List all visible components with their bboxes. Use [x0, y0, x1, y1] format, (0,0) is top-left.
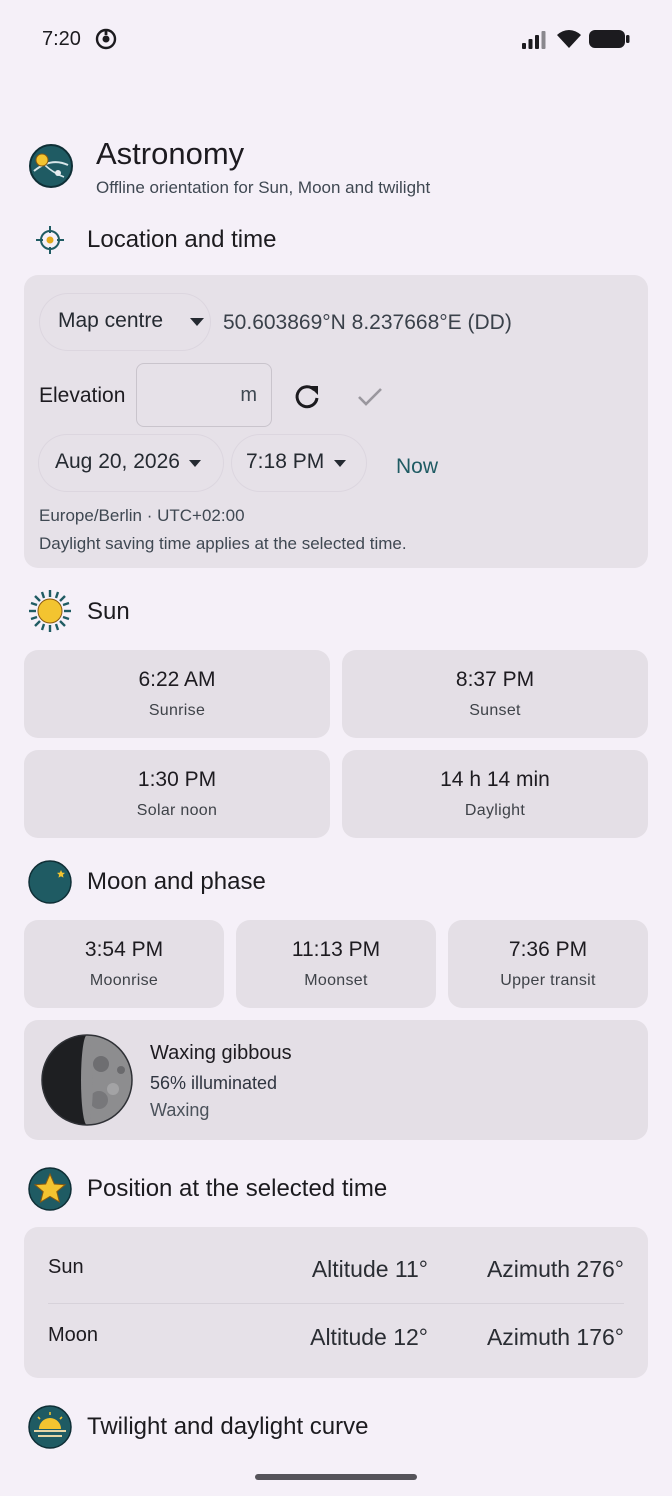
location-source-dropdown[interactable]: Map centre [40, 294, 210, 350]
chevron-down-icon [334, 460, 346, 467]
position-row-sun: Sun Altitude 11° Azimuth 276° [24, 1236, 648, 1302]
moonset-tile: 11:13 PM Moonset [236, 920, 436, 1008]
location-heading: Location and time [87, 226, 277, 253]
moonrise-value: 3:54 PM [84, 938, 164, 961]
sunset-value: 8:37 PM [455, 668, 535, 691]
time-value: 7:18 PM [246, 450, 325, 473]
position-body: Moon [48, 1324, 99, 1346]
position-heading: Position at the selected time [87, 1175, 388, 1202]
moonrise-label: Moonrise [89, 972, 159, 989]
signal-icon [522, 31, 546, 49]
sunset-horizon-icon [28, 1405, 72, 1449]
solar-noon-tile: 1:30 PM Solar noon [24, 750, 330, 838]
date-dropdown[interactable]: Aug 20, 2026 [39, 435, 223, 491]
upper-transit-tile: 7:36 PM Upper transit [448, 920, 648, 1008]
status-bar: 7:20 [0, 0, 672, 78]
sun-heading: Sun [87, 598, 130, 625]
sunrise-label: Sunrise [148, 702, 206, 719]
app-header: Astronomy Offline orientation for Sun, M… [28, 136, 648, 202]
coordinates-text: 50.603869°N 8.237668°E (DD) [223, 311, 512, 334]
app-subtitle: Offline orientation for Sun, Moon and tw… [96, 178, 431, 197]
sunset-label: Sunset [469, 702, 521, 719]
star-icon [28, 1167, 72, 1211]
position-body: Sun [48, 1256, 84, 1278]
location-card: Map centre 50.603869°N 8.237668°E (DD) E… [24, 275, 648, 568]
focus-mode-icon [95, 28, 117, 50]
app-title: Astronomy [96, 136, 245, 171]
timezone-text: Europe/Berlin · UTC+02:00 [39, 506, 245, 525]
moon-phase-name: Waxing gibbous [150, 1042, 292, 1064]
sunrise-value: 6:22 AM [138, 668, 216, 691]
daylight-label: Daylight [464, 802, 526, 819]
crescent-moon-icon [28, 860, 72, 904]
moon-heading: Moon and phase [87, 868, 266, 895]
moon-phase-card: Waxing gibbous 56% illuminated Waxing [24, 1020, 648, 1140]
moon-trend: Waxing [150, 1100, 210, 1120]
elevation-unit: m [240, 384, 257, 406]
moon-phase-icon [41, 1034, 133, 1126]
position-azimuth: Azimuth 176° [486, 1324, 624, 1350]
location-source-label: Map centre [58, 309, 164, 332]
position-azimuth: Azimuth 276° [486, 1256, 624, 1282]
crosshair-icon [36, 226, 64, 254]
moonset-label: Moonset [304, 972, 368, 989]
position-altitude: Altitude 11° [311, 1256, 428, 1282]
moonrise-tile: 3:54 PM Moonrise [24, 920, 224, 1008]
daylight-tile: 14 h 14 min Daylight [342, 750, 648, 838]
position-card: Sun Altitude 11° Azimuth 276° Moon Altit… [24, 1227, 648, 1378]
solar-noon-value: 1:30 PM [137, 768, 217, 791]
home-indicator[interactable] [255, 1474, 417, 1480]
sunrise-tile: 6:22 AM Sunrise [24, 650, 330, 738]
moon-illumination: 56% illuminated [150, 1073, 278, 1093]
sunset-tile: 8:37 PM Sunset [342, 650, 648, 738]
position-row-moon: Moon Altitude 12° Azimuth 176° [24, 1304, 648, 1370]
chevron-down-icon [189, 460, 201, 467]
battery-icon [589, 30, 630, 48]
upper-transit-label: Upper transit [500, 972, 596, 989]
wifi-icon [557, 30, 581, 48]
elevation-input[interactable]: m [136, 363, 272, 427]
solar-noon-label: Solar noon [136, 802, 218, 819]
time-dropdown[interactable]: 7:18 PM [232, 435, 366, 491]
twilight-heading: Twilight and daylight curve [87, 1413, 369, 1440]
moonset-value: 11:13 PM [291, 938, 381, 961]
elevation-label: Elevation [39, 384, 126, 407]
chevron-down-icon [190, 318, 204, 326]
position-altitude: Altitude 12° [310, 1324, 428, 1350]
status-time: 7:20 [42, 28, 81, 50]
now-button[interactable]: Now [396, 455, 438, 479]
astronomy-logo-icon [29, 144, 73, 188]
sun-icon [29, 590, 71, 632]
refresh-icon[interactable] [292, 381, 322, 411]
dst-note: Daylight saving time applies at the sele… [39, 534, 407, 553]
upper-transit-value: 7:36 PM [508, 938, 588, 961]
date-value: Aug 20, 2026 [55, 450, 180, 473]
check-icon[interactable] [356, 385, 384, 409]
astronomy-screen: 7:20 Astronomy Offline orientation for S… [0, 0, 672, 1496]
daylight-value: 14 h 14 min [440, 768, 550, 791]
